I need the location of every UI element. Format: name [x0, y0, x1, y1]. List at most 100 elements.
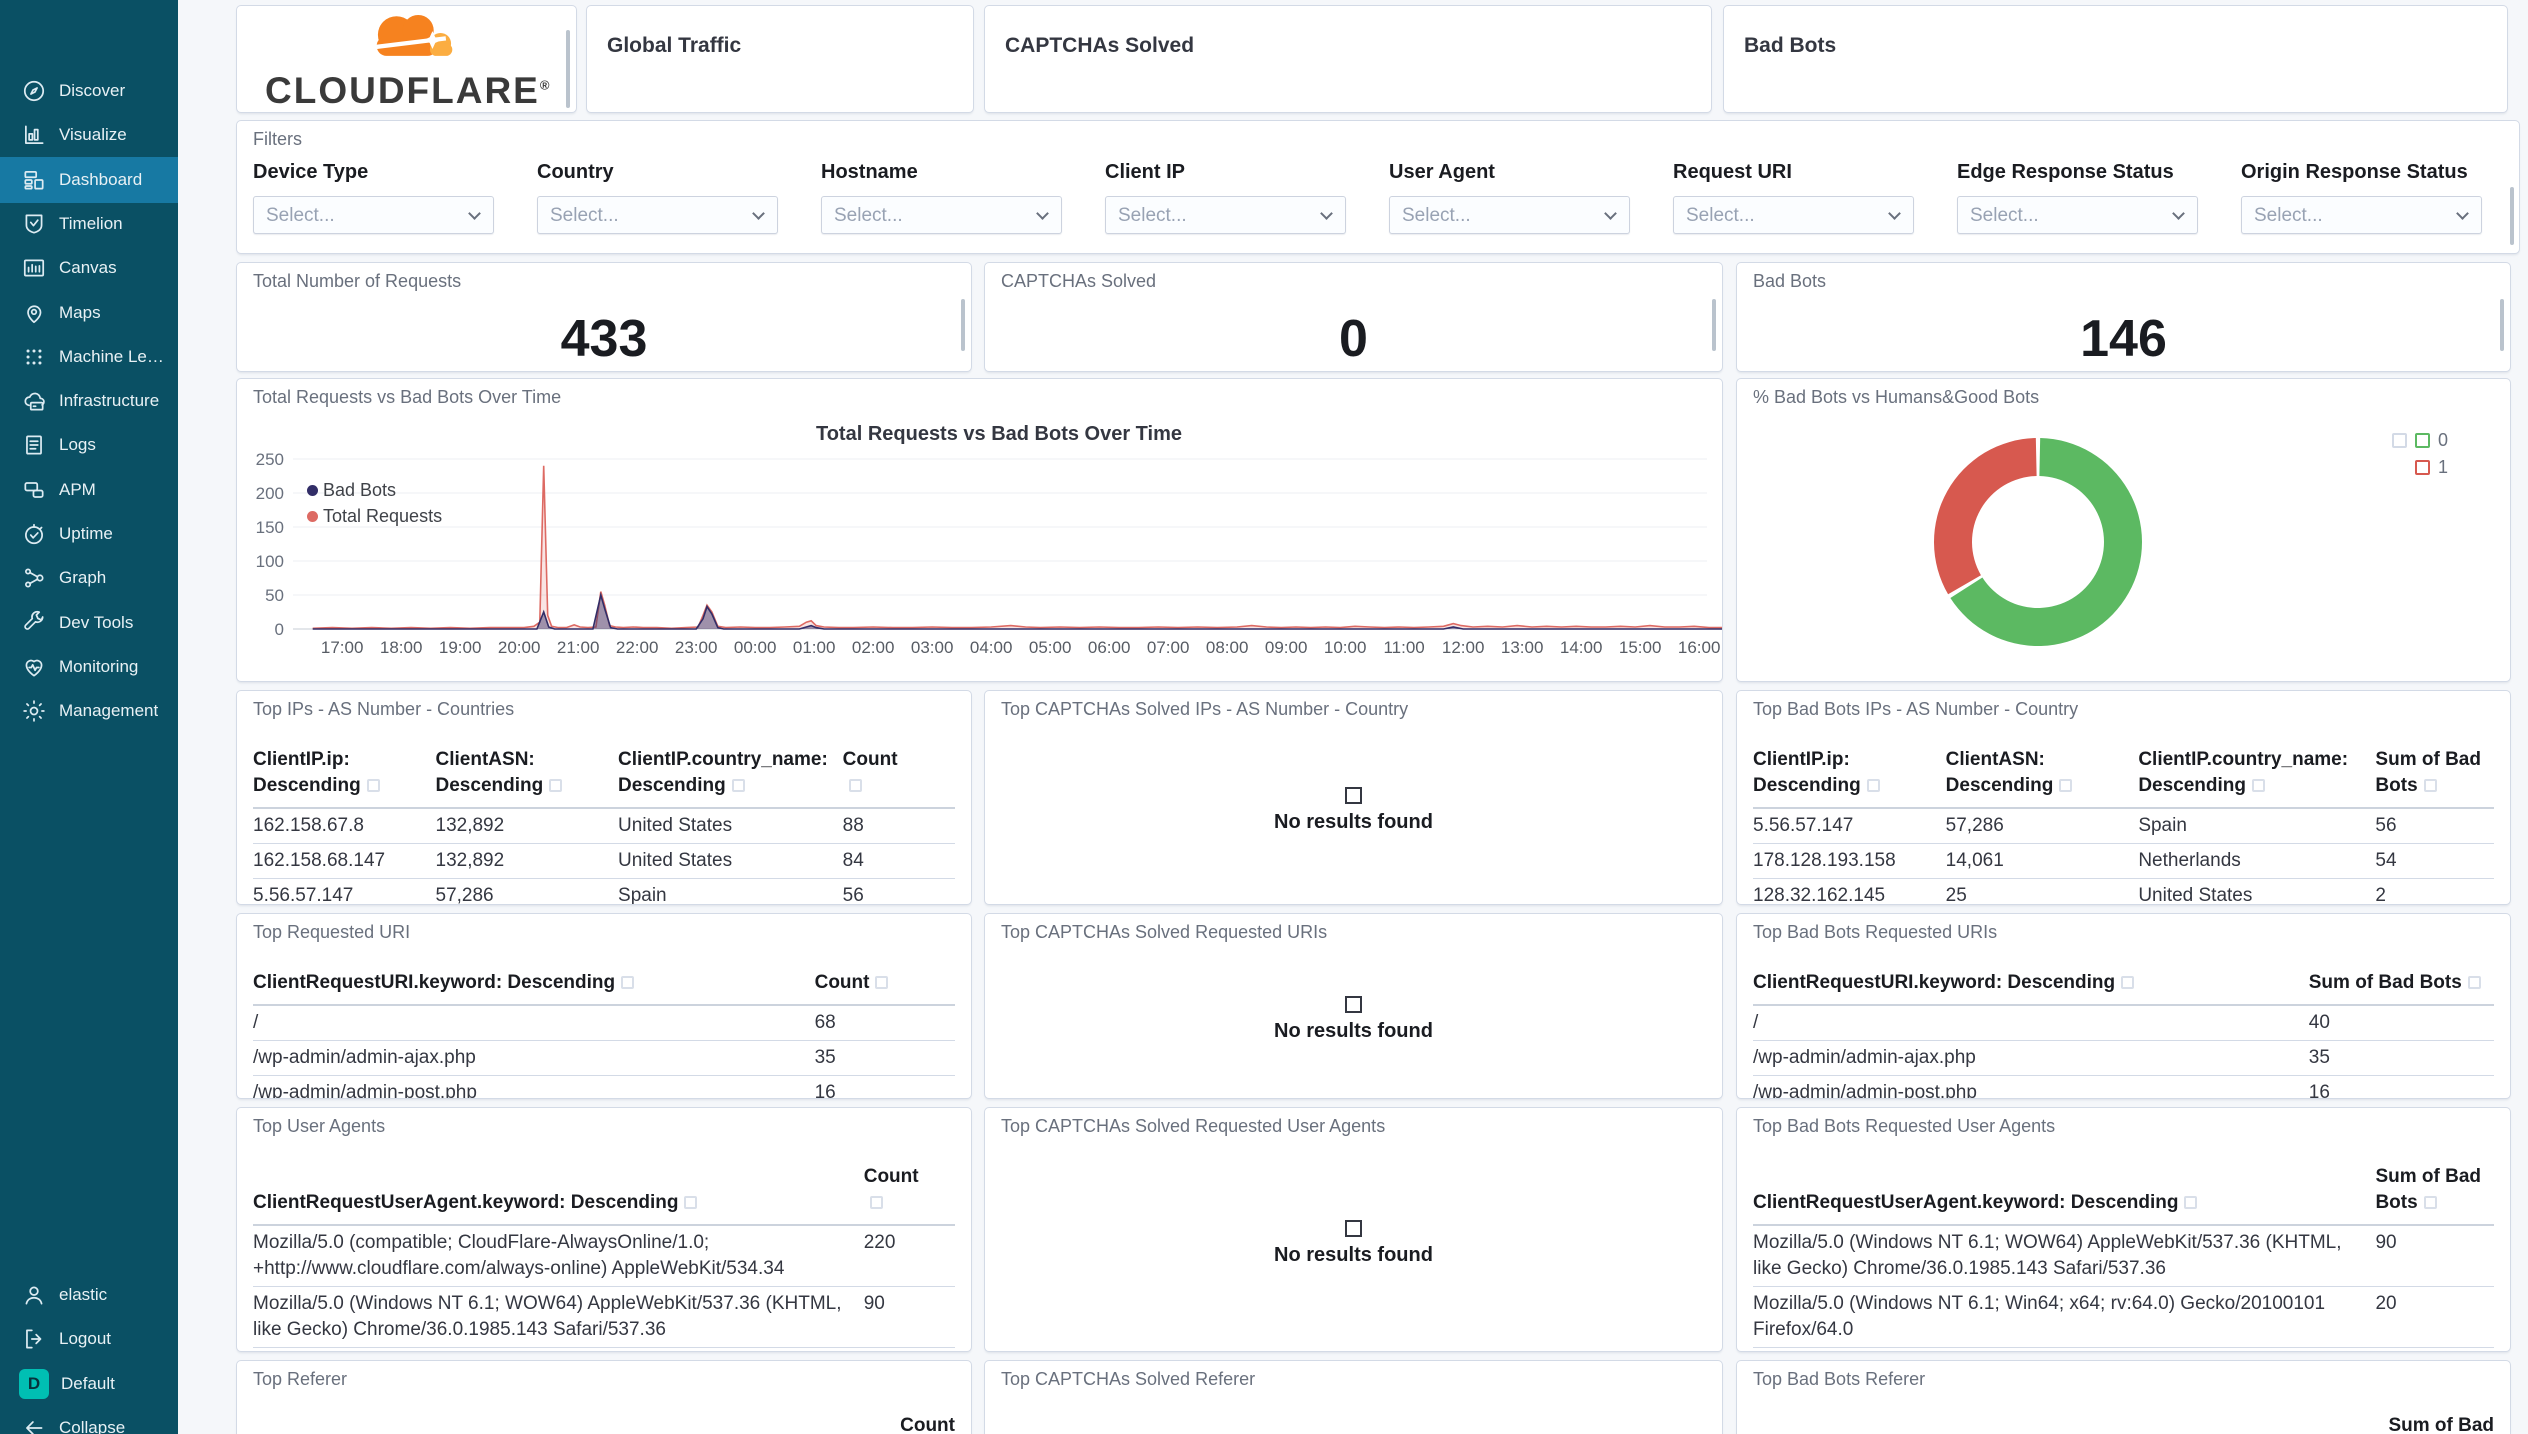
panel-scrollbar[interactable]: [961, 299, 965, 351]
legend-item-total-requests[interactable]: Total Requests: [307, 503, 442, 529]
column-header[interactable]: ClientASN: Descending: [1946, 747, 2139, 799]
donut-legend-item-1[interactable]: 1: [2392, 454, 2448, 481]
column-header[interactable]: ClientRequestURI.keyword: Descending: [253, 970, 815, 996]
filter-select-origin-response-status[interactable]: Select...: [2241, 196, 2482, 234]
sidebar-item-apm[interactable]: APM: [0, 467, 178, 513]
svg-text:11:00: 11:00: [1383, 638, 1424, 657]
column-header[interactable]: Sum of Bad Bots: [2375, 1164, 2494, 1216]
column-header[interactable]: Count: [864, 1164, 955, 1216]
table-row: Mozilla/5.0 (Windows NT 6.1; WOW64) Appl…: [1753, 1226, 2494, 1287]
table-cell: Mozilla/5.0 (Windows NT 6.1; WOW64) Appl…: [253, 1293, 842, 1340]
column-header[interactable]: ClientIP.ip: Descending: [253, 747, 436, 799]
column-header[interactable]: Count: [843, 747, 955, 799]
sidebar-item-default[interactable]: D Default: [0, 1361, 178, 1407]
sidebar-item-logout[interactable]: Logout: [0, 1316, 178, 1362]
svg-text:21:00: 21:00: [557, 638, 600, 657]
svg-text:200: 200: [256, 484, 284, 503]
sidebar-item-graph[interactable]: Graph: [0, 555, 178, 601]
sidebar-item-visualize[interactable]: Visualize: [0, 112, 178, 158]
sort-icon[interactable]: [2467, 976, 2481, 989]
legend-swatch: [2414, 433, 2430, 448]
sidebar-item-maps[interactable]: Maps: [0, 290, 178, 336]
legend-item-bad-bots[interactable]: Bad Bots: [307, 477, 442, 503]
kibana-cloudflare-dashboard: Discover Visualize Dashboard Timelion Canvas…: [0, 0, 2528, 1434]
document-lines-icon: [21, 432, 47, 458]
column-header[interactable]: ClientIP.country_name: Descending: [618, 747, 843, 799]
column-header-count[interactable]: Sum of Bad: [2294, 1413, 2494, 1434]
donut-chart[interactable]: [1737, 379, 2511, 681]
sidebar-item-label: Default: [61, 1373, 115, 1393]
user-icon: [21, 1282, 47, 1308]
filter-select-hostname[interactable]: Select...: [821, 196, 1062, 234]
panel-scrollbar[interactable]: [566, 30, 570, 108]
filter-label: Request URI: [1673, 161, 1792, 183]
sidebar-item-dashboard[interactable]: Dashboard: [0, 156, 178, 203]
space-badge: D: [19, 1368, 49, 1399]
table-header-row: ClientRequestUserAgent.keyword: Descendi…: [1753, 1144, 2494, 1226]
column-header[interactable]: ClientASN: Descending: [436, 747, 619, 799]
column-header[interactable]: ClientIP.ip: Descending: [1753, 747, 1946, 799]
filter-select-request-uri[interactable]: Select...: [1673, 196, 1914, 234]
filter-select-client-ip[interactable]: Select...: [1105, 196, 1346, 234]
sort-icon[interactable]: [869, 1196, 883, 1209]
sort-icon[interactable]: [2121, 976, 2135, 989]
sort-icon[interactable]: [684, 1196, 698, 1209]
panel-scrollbar[interactable]: [1712, 299, 1716, 351]
column-header[interactable]: ClientRequestUserAgent.keyword: Descendi…: [253, 1190, 864, 1216]
column-header[interactable]: Sum of Bad Bots: [2375, 747, 2494, 799]
metric-value: 146: [2080, 310, 2167, 368]
sort-icon[interactable]: [731, 779, 745, 792]
sort-icon[interactable]: [1866, 779, 1880, 792]
donut-legend-item-0[interactable]: 0: [2391, 427, 2448, 454]
sidebar-item-machine-le[interactable]: Machine Le…: [0, 334, 178, 380]
filter-select-edge-response-status[interactable]: Select...: [1957, 196, 2198, 234]
sidebar-item-infrastructure[interactable]: Infrastructure: [0, 378, 178, 424]
sort-icon[interactable]: [2059, 779, 2073, 792]
table-panel-title: Top Bad Bots Requested URIs: [1753, 922, 1998, 942]
sidebar-item-uptime[interactable]: Uptime: [0, 511, 178, 557]
sidebar-item-label: Graph: [59, 568, 107, 588]
sidebar-item-canvas[interactable]: Canvas: [0, 245, 178, 291]
no-results-label: No results found: [1274, 1020, 1433, 1042]
filter-select-user-agent[interactable]: Select...: [1389, 196, 1630, 234]
sort-icon[interactable]: [366, 779, 380, 792]
panel-scrollbar[interactable]: [2500, 299, 2504, 351]
svg-text:0: 0: [275, 620, 284, 639]
filter-select-device-type[interactable]: Select...: [253, 196, 494, 234]
sort-icon[interactable]: [621, 976, 635, 989]
sidebar-item-dev-tools[interactable]: Dev Tools: [0, 600, 178, 646]
column-header[interactable]: Sum of Bad Bots: [2309, 970, 2494, 996]
sidebar-item-label: APM: [59, 479, 96, 499]
column-header[interactable]: ClientRequestURI.keyword: Descending: [1753, 970, 2309, 996]
sort-icon[interactable]: [2423, 1196, 2437, 1209]
sidebar-item-timelion[interactable]: Timelion: [0, 201, 178, 247]
no-results-label: No results found: [1274, 1244, 1433, 1266]
sort-icon[interactable]: [2252, 779, 2266, 792]
svg-text:50: 50: [265, 586, 284, 605]
sort-icon[interactable]: [848, 779, 862, 792]
legend-label: 0: [2437, 430, 2448, 450]
sort-icon[interactable]: [549, 779, 563, 792]
sidebar-item-logs[interactable]: Logs: [0, 422, 178, 468]
table-cell: 132,892: [435, 815, 505, 836]
table-header-row: ClientIP.ip: Descending ClientASN: Descen…: [1753, 727, 2494, 809]
sort-icon[interactable]: [2184, 1196, 2198, 1209]
column-header[interactable]: ClientRequestUserAgent.keyword: Descendi…: [1753, 1190, 2375, 1216]
sort-icon[interactable]: [875, 976, 889, 989]
panel-scrollbar[interactable]: [2510, 187, 2514, 245]
svg-text:250: 250: [256, 450, 284, 469]
filter-select-country[interactable]: Select...: [537, 196, 778, 234]
line-chart[interactable]: 0 50 100 150 200 250 17:00 18:00 19:00 20:00 21:00…: [237, 379, 1723, 681]
column-header[interactable]: Count: [815, 970, 955, 996]
sidebar-item-management[interactable]: Management: [0, 688, 178, 734]
sort-icon[interactable]: [2423, 779, 2437, 792]
column-header[interactable]: ClientIP.country_name: Descending: [2138, 747, 2375, 799]
sidebar-item-discover[interactable]: Discover: [0, 68, 178, 114]
sidebar-item-monitoring[interactable]: Monitoring: [0, 644, 178, 690]
table-cell: Spain: [2138, 815, 2187, 836]
donut-slice-1[interactable]: [1933, 438, 2037, 595]
column-header-count[interactable]: Count: [755, 1413, 955, 1434]
sidebar-item-collapse[interactable]: Collapse: [0, 1405, 178, 1434]
table-row: Mozilla/5.0 (Windows NT 6.1; WOW64) Appl…: [253, 1287, 955, 1348]
sidebar-item-elastic[interactable]: elastic: [0, 1272, 178, 1318]
